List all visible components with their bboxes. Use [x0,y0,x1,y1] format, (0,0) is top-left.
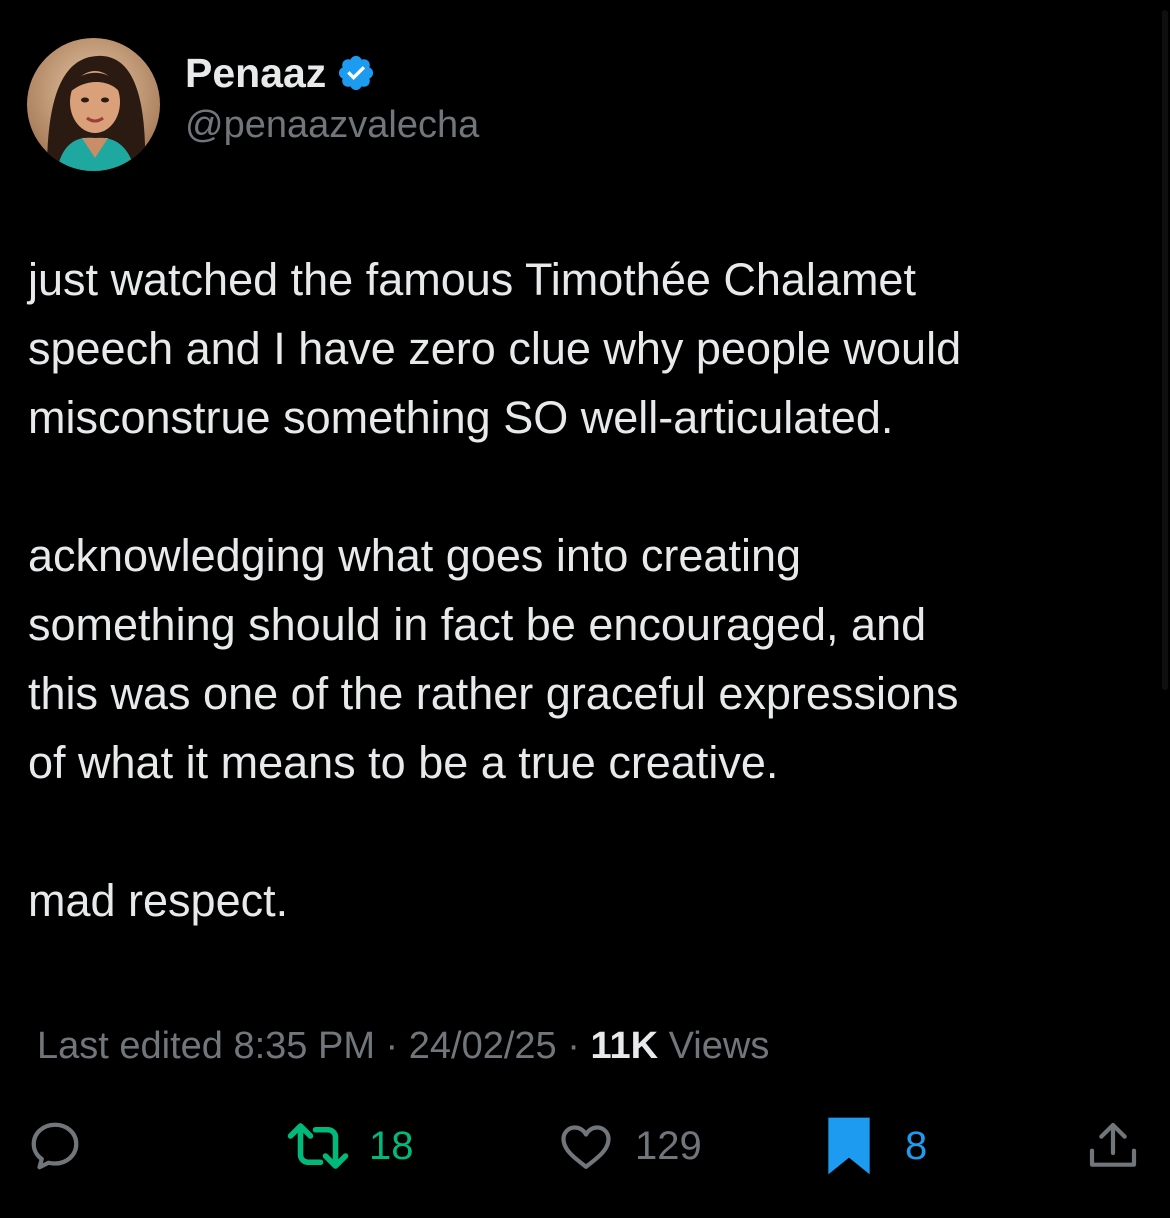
tweet-header: Penaaz @penaazvalecha [27,38,479,171]
scrollbar[interactable] [1162,10,1168,690]
bookmark-icon [828,1117,870,1175]
bookmark-count: 8 [905,1123,928,1168]
tweet-paragraph: just watched the famous Timothée Chalame… [28,254,962,443]
avatar[interactable] [27,38,160,171]
like-count: 129 [635,1123,702,1168]
retweet-count: 18 [369,1123,414,1168]
display-name[interactable]: Penaaz [185,49,326,97]
share-button[interactable] [1085,1110,1141,1182]
author-names: Penaaz @penaazvalecha [185,49,479,149]
retweet-icon [287,1123,349,1169]
name-row: Penaaz [185,49,479,97]
handle[interactable]: @penaazvalecha [185,101,479,149]
share-icon [1089,1122,1137,1167]
tweet-meta: Last edited 8:35 PM · 24/02/25 · 11K Vie… [37,1021,769,1071]
tweet-paragraph: acknowledging what goes into creating so… [28,530,959,788]
action-bar: 18 129 8 [0,1110,1170,1182]
reply-icon [31,1122,79,1170]
views-count: 11K [590,1025,659,1067]
retweet-button[interactable]: 18 [285,1110,414,1182]
like-button[interactable]: 129 [555,1110,702,1182]
views-label: Views [658,1025,770,1067]
bookmark-button[interactable]: 8 [825,1110,927,1182]
tweet-text: just watched the famous Timothée Chalame… [28,245,1148,935]
reply-button[interactable] [25,1110,85,1182]
tweet-paragraph: mad respect. [28,875,289,926]
edited-timestamp[interactable]: Last edited 8:35 PM · 24/02/25 · [37,1025,590,1067]
like-icon [561,1125,611,1169]
verified-badge-icon[interactable] [336,53,376,93]
